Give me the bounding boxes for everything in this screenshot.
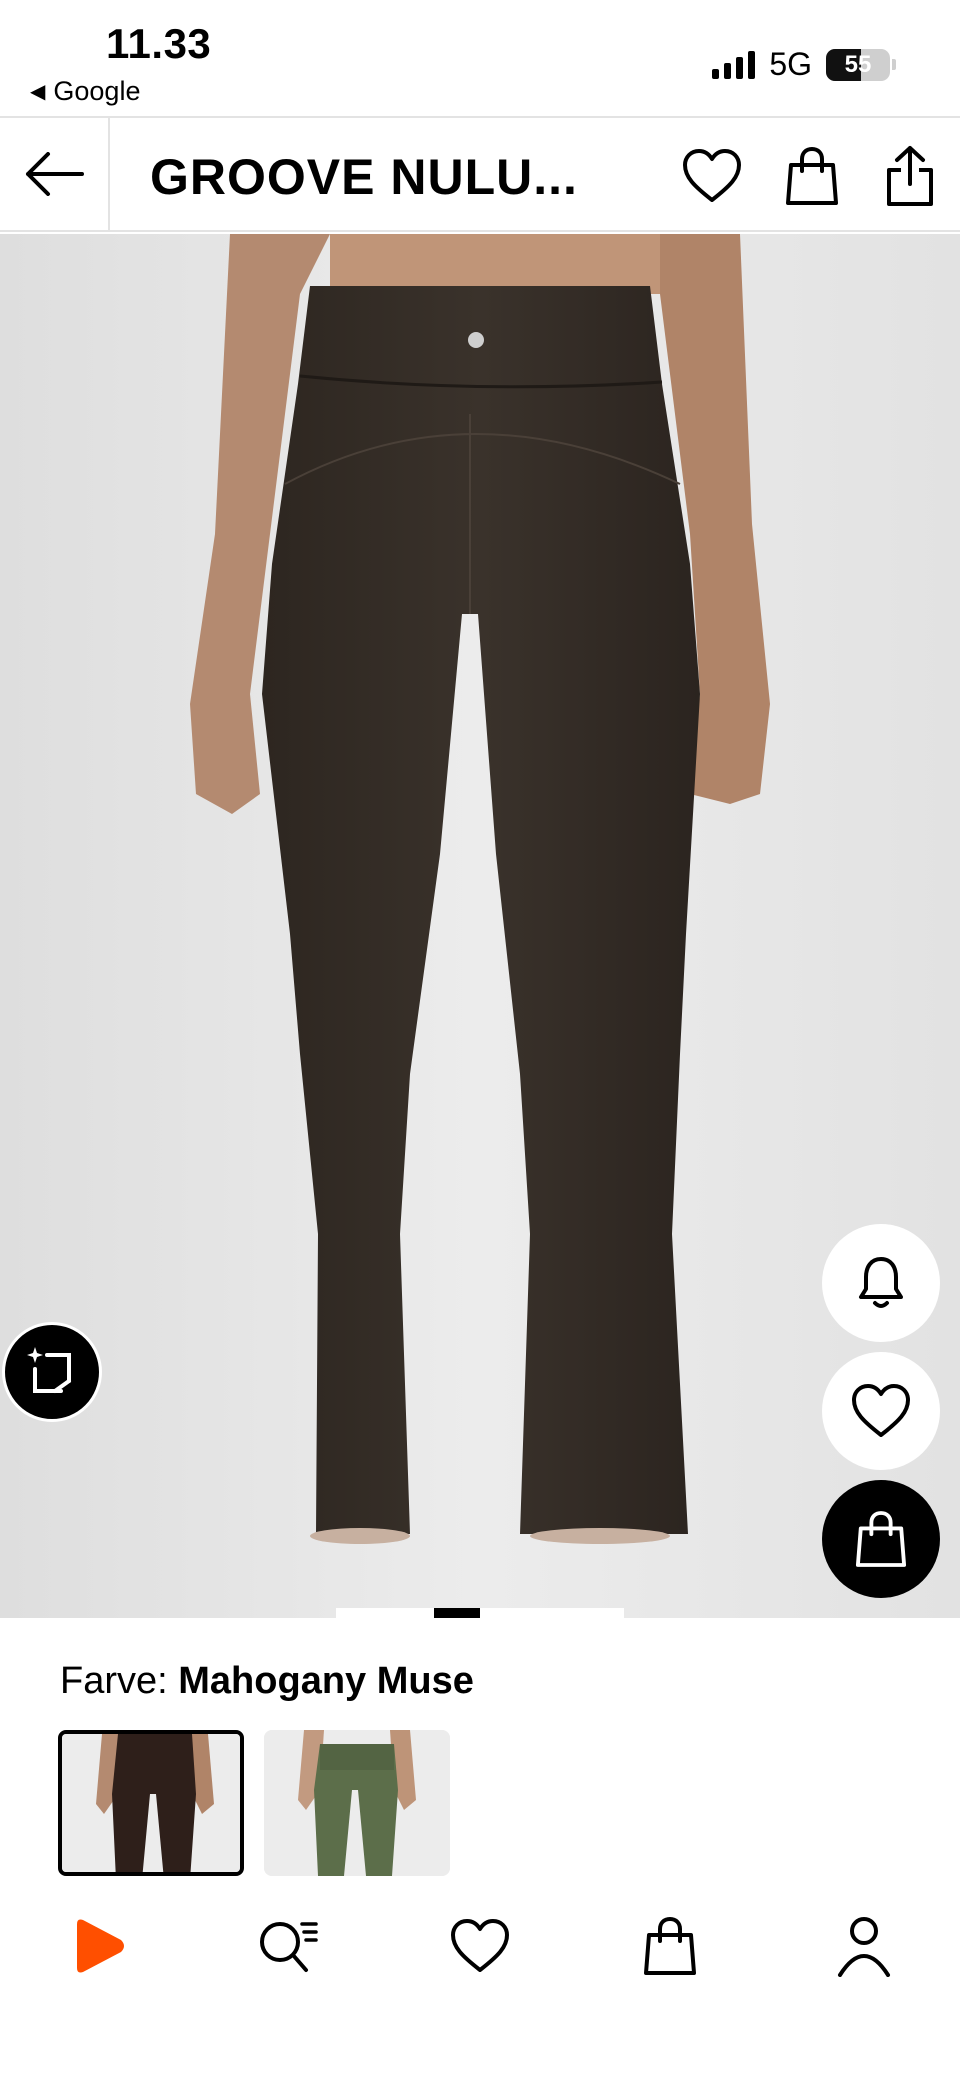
visual-search-button[interactable]: [2, 1322, 102, 1422]
heart-icon: [451, 1919, 509, 1972]
back-button[interactable]: [0, 118, 110, 230]
share-icon: [887, 146, 933, 206]
shopping-bag-icon: [855, 1511, 907, 1567]
shopping-bag-icon: [786, 146, 838, 205]
gallery-indicator-active: [434, 1608, 480, 1618]
shopping-bag-icon: [644, 1916, 696, 1975]
product-image-gallery[interactable]: [0, 234, 960, 1618]
back-triangle-icon: ◀: [30, 81, 46, 103]
search-list-icon: [260, 1922, 318, 1972]
battery-level: 55: [844, 50, 872, 78]
back-to-app-link[interactable]: ◀ Google: [30, 76, 140, 107]
bag-button[interactable]: [780, 144, 844, 208]
heart-icon: [683, 149, 741, 202]
product-header: GROOVE NULU...: [0, 116, 960, 232]
color-selection-label: Farve: Mahogany Muse: [60, 1660, 474, 1703]
status-bar: 11.33 ◀ Google 5G 55: [0, 0, 960, 116]
nav-home[interactable]: [58, 1906, 138, 1986]
nav-bag[interactable]: [630, 1906, 710, 1986]
nav-search[interactable]: [248, 1906, 328, 1986]
nav-wishlist[interactable]: [440, 1906, 520, 1986]
wishlist-button[interactable]: [680, 144, 744, 208]
play-logo-icon: [77, 1919, 124, 1973]
status-time: 11.33: [106, 20, 212, 67]
bell-icon: [859, 1257, 903, 1308]
color-swatch-mahogany-muse[interactable]: [58, 1730, 244, 1876]
back-app-label: Google: [53, 76, 141, 106]
add-to-bag-button[interactable]: [822, 1480, 940, 1598]
heart-icon: [852, 1384, 910, 1437]
color-swatches: [58, 1730, 450, 1876]
network-type: 5G: [769, 46, 812, 82]
gallery-page-indicator: [336, 1608, 624, 1618]
color-value: Mahogany Muse: [178, 1660, 474, 1702]
swatch-image: [62, 1734, 240, 1872]
notify-button[interactable]: [822, 1224, 940, 1342]
color-label: Farve:: [60, 1660, 168, 1702]
product-photo: [0, 234, 960, 1618]
nav-profile[interactable]: [824, 1906, 904, 1986]
battery-tip: [892, 59, 896, 70]
share-button[interactable]: [878, 144, 942, 208]
user-icon: [838, 1917, 890, 1977]
status-indicators: 5G 55: [712, 46, 896, 83]
sparkle-crop-icon: [27, 1347, 71, 1393]
wishlist-floating-button[interactable]: [822, 1352, 940, 1470]
swatch-image: [264, 1730, 450, 1876]
bottom-navigation: [0, 1876, 960, 2078]
signal-icon: [712, 50, 756, 79]
battery-icon: 55: [826, 48, 890, 81]
page-title: GROOVE NULU...: [150, 149, 578, 205]
color-swatch-green[interactable]: [264, 1730, 450, 1876]
arrow-left-icon: [26, 152, 84, 196]
